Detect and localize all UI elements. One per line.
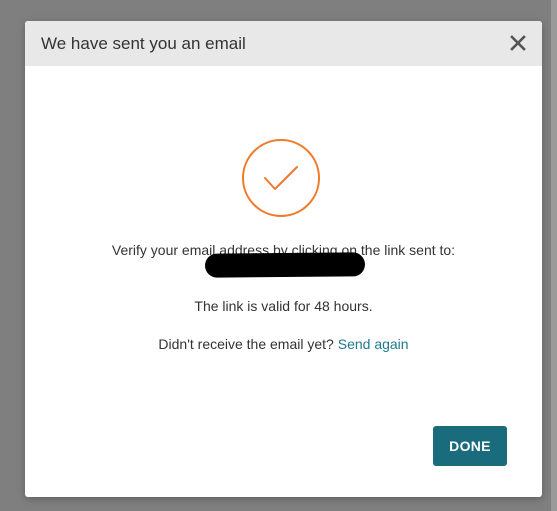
- dialog-title: We have sent you an email: [41, 33, 246, 53]
- done-button[interactable]: DONE: [433, 426, 507, 466]
- link-validity-text: The link is valid for 48 hours.: [194, 298, 373, 314]
- dialog-body: Verify your email address by clicking on…: [25, 66, 542, 497]
- resend-line: Didn't receive the email yet? Send again: [25, 336, 542, 352]
- redacted-email-address: [204, 252, 366, 278]
- backdrop-overlay: [551, 0, 557, 511]
- email-sent-dialog: We have sent you an email Verify your em…: [25, 21, 542, 497]
- checkmark-circle-icon: [242, 139, 320, 217]
- close-button[interactable]: [508, 33, 528, 53]
- close-icon: [510, 35, 526, 51]
- dialog-header: We have sent you an email: [25, 21, 542, 66]
- send-again-link[interactable]: Send again: [338, 336, 409, 352]
- resend-prompt: Didn't receive the email yet?: [158, 336, 338, 352]
